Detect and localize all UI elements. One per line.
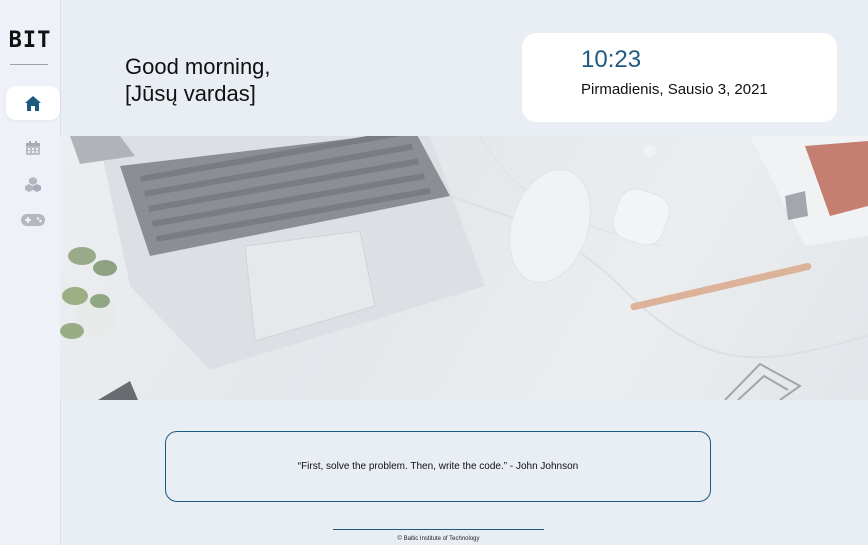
sidebar-item-home[interactable] bbox=[6, 86, 60, 120]
hero-overlay bbox=[60, 136, 868, 400]
home-icon bbox=[24, 95, 42, 112]
greeting: Good morning, [Jūsų vardas] bbox=[125, 53, 271, 107]
sidebar-item-calendar[interactable] bbox=[6, 131, 60, 165]
sidebar-item-games[interactable] bbox=[6, 203, 60, 237]
footer-divider bbox=[333, 529, 544, 530]
greeting-line-1: Good morning, bbox=[125, 54, 271, 79]
logo[interactable]: BIT bbox=[8, 28, 52, 56]
logo-divider bbox=[10, 64, 48, 65]
quote-text: “First, solve the problem. Then, write t… bbox=[297, 461, 579, 472]
footer-copyright: © Baltic Institute of Technology bbox=[397, 536, 480, 542]
gamepad-icon bbox=[20, 212, 46, 228]
quote-card: “First, solve the problem. Then, write t… bbox=[165, 431, 711, 502]
clock-time: 10:23 bbox=[581, 46, 642, 73]
clock-date: Pirmadienis, Sausio 3, 2021 bbox=[581, 81, 768, 98]
sidebar: BIT bbox=[0, 0, 61, 545]
clock-card: 10:23 Pirmadienis, Sausio 3, 2021 bbox=[522, 33, 837, 122]
hero-image bbox=[60, 136, 868, 400]
sidebar-item-cubes[interactable] bbox=[6, 167, 60, 201]
greeting-name: [Jūsų vardas] bbox=[125, 81, 256, 106]
calendar-icon bbox=[25, 140, 41, 156]
cubes-icon bbox=[25, 176, 41, 192]
